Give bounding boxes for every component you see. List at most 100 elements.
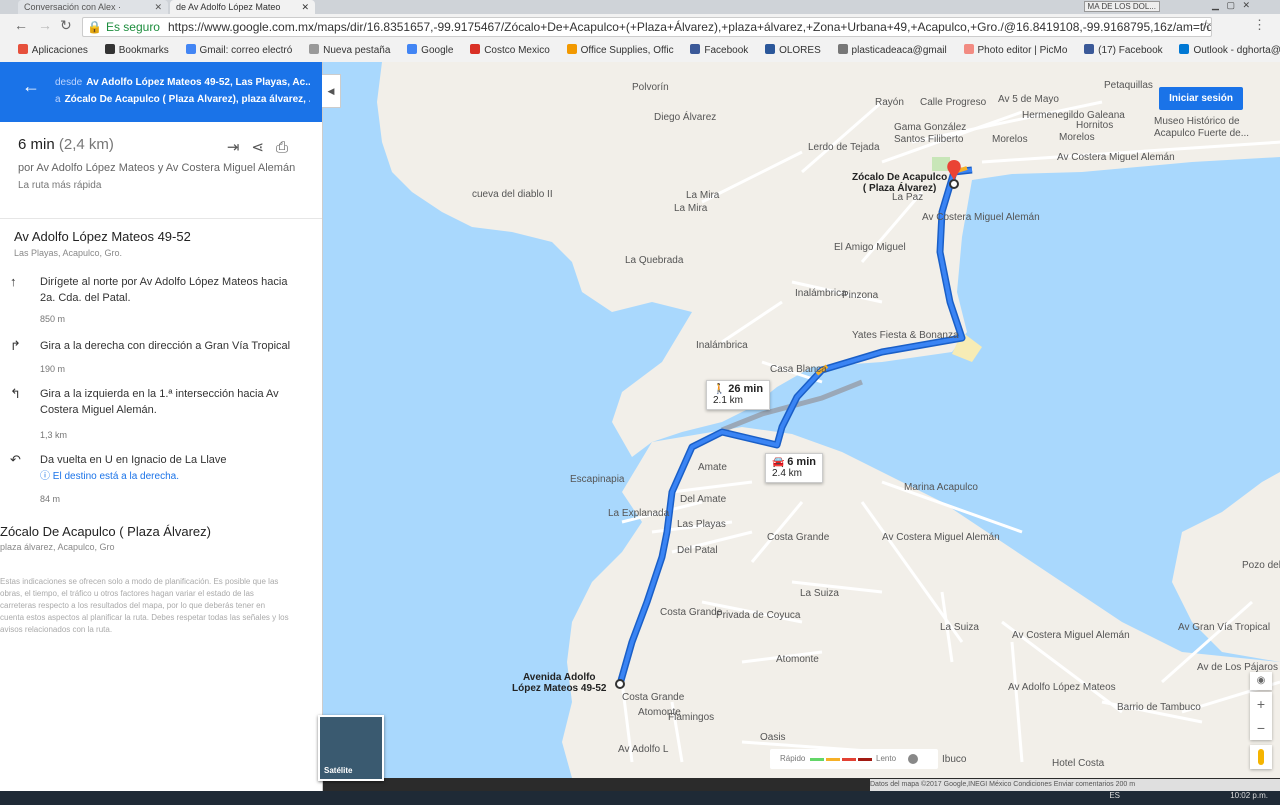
map-street-label: La Mira [674,203,708,214]
google-icon [407,44,418,54]
bookmark-item[interactable]: Nueva pestaña [302,40,397,62]
address-bar[interactable]: 🔒 Es seguro https://www.google.com.mx/maps… [82,17,1212,37]
back-arrow-icon[interactable]: ← [14,17,28,33]
map-street-label: El Amigo Miguel [834,242,906,253]
map-footer: Datos del mapa ©2017 Google,INEGI México… [870,779,1280,791]
bookmark-item[interactable]: Outlook - dghorta@ [1172,40,1280,62]
map-street-label: Amate [698,462,727,473]
tab-maps[interactable]: de Av Adolfo López Mateo ✕ [170,0,315,14]
bookmark-item[interactable]: Office Supplies, Offic [560,40,681,62]
tab-label: Conversación con Alex · [24,2,122,12]
bookmark-item[interactable]: Aplicaciones [11,40,95,62]
bookmark-item[interactable]: Google [400,40,460,62]
origin-title[interactable]: Av Adolfo López Mateos 49-52 [14,229,191,244]
map-street-label: Costa Grande [622,692,685,703]
back-arrow-icon[interactable]: ← [22,76,40,97]
clock: 10:02 p.m. [1230,791,1268,800]
traffic-toggle-icon[interactable] [908,754,918,764]
map-street-label: Casa Blanca [770,364,827,375]
walk-callout[interactable]: 🚶 26 min 2.1 km [706,380,771,410]
language-indicator[interactable]: ES [1109,791,1120,800]
bookmark-item[interactable]: Costco Mexico [463,40,557,62]
bookmark-item[interactable]: Photo editor | PicMo [957,40,1075,62]
outlook-icon [1179,44,1190,54]
origin-dot [615,679,625,689]
drive-dist: 2.4 km [772,468,803,479]
u-turn-icon: ↶ [10,452,21,467]
map-street-label: Calle Progreso [920,97,987,108]
drive-callout[interactable]: 🚘 6 min 2.4 km [765,453,823,483]
map-street-label: Del Patal [677,545,718,556]
user-badge[interactable]: MA DE LOS DOL... [1083,1,1160,12]
map-street-label: Las Playas [677,519,726,530]
tab-strip: Conversación con Alex · ✕ de Av Adolfo Ló… [0,0,1280,14]
direction-step[interactable]: ↑ Dirígete al norte por Av Adolfo López … [0,274,322,326]
forward-arrow-icon[interactable]: → [38,17,52,33]
send-to-device-icon[interactable]: ⇥ [227,139,252,156]
origin-label[interactable]: Avenida Adolfo López Mateos 49-52 [512,672,606,694]
bookmark-item[interactable]: Facebook [683,40,755,62]
origin-subtitle: Las Playas, Acapulco, Gro. [14,248,123,258]
from-line[interactable]: desde Av Adolfo López Mateos 49-52, Las P… [55,77,310,88]
zoom-controls: + − [1250,692,1272,740]
car-icon: 🚘 [772,457,785,468]
pegman-icon[interactable] [1250,745,1272,769]
reload-icon[interactable]: ↻ [60,17,72,34]
map-street-label: Inalámbrica [696,340,748,351]
close-icon[interactable]: ✕ [154,0,162,14]
map-street-label: Pozo del Rey [1242,560,1280,571]
print-icon[interactable]: ⎙ [276,139,300,156]
bookmark-item[interactable]: Gmail: correo electró [179,40,300,62]
direction-step[interactable]: ↶ Da vuelta en U en Ignacio de La Llave ⓘ… [0,452,322,504]
map-canvas[interactable]: Rayón Calle Progreso Av 5 de Mayo Petaquill… [322,62,1280,778]
signin-button[interactable]: Iniciar sesión [1159,87,1243,110]
map-street-label: Escapinapia [570,474,625,485]
walk-dist: 2.1 km [713,395,744,406]
traffic-fast-label: Rápido [780,754,806,763]
bookmark-star-icon[interactable]: ☆ [1200,17,1212,33]
bookmark-item[interactable]: Bookmarks [98,40,176,62]
bookmark-label: Nueva pestaña [323,45,391,56]
map-street-label: Yates Fiesta & Bonanza [852,330,959,341]
bookmark-item[interactable]: plasticadeaca@gmail [831,40,954,62]
step-hint: El destino está a la derecha. [52,471,179,482]
window-controls[interactable]: ▁ ▢ ✕ [1212,0,1250,11]
map-street-label: Costa Grande [660,607,723,618]
collapse-panel-button[interactable]: ◀ [322,74,341,108]
to-line[interactable]: a Zócalo De Acapulco ( Plaza Álvarez), pl… [55,94,310,105]
tab-whatsapp[interactable]: Conversación con Alex · ✕ [18,0,168,14]
office-icon [566,44,577,54]
map-street-label: Costa Grande [767,532,830,543]
destination-label[interactable]: Zócalo De Acapulco( Plaza Álvarez) [852,172,947,194]
disclaimer-text: Estas indicaciones se ofrecen solo a mod… [0,577,289,634]
direction-step[interactable]: ↰ Gira a la izquierda en la 1.ª intersec… [0,386,322,440]
turn-left-icon: ↰ [10,386,21,401]
map-street-label: Av Costera Miguel Alemán [922,212,1040,223]
traffic-swatch [810,758,824,761]
destination-label-line: ( Plaza Álvarez) [862,183,937,194]
route-summary[interactable]: 6 min (2,4 km) ⇥⋖⎙ por Av Adolfo López M… [0,122,322,219]
bookmark-item[interactable]: OLORES [758,40,828,62]
bookmark-item[interactable]: (17) Facebook [1077,40,1169,62]
map-street-label: Acapulco Fuerte de... [1154,128,1250,139]
step-text-main: Da vuelta en U en Ignacio de La Llave [40,454,227,466]
destination-title[interactable]: Zócalo De Acapulco ( Plaza Álvarez) [0,524,211,539]
bookmark-label: Costco Mexico [484,45,550,56]
map-street-label: Museo Histórico de [1154,116,1240,127]
menu-dots-icon[interactable]: ⋮ [1253,17,1266,33]
zoom-out-button[interactable]: − [1250,716,1272,740]
step-text: Gira a la izquierda en la 1.ª intersecci… [40,388,279,416]
map-street-label: Marina Acapulco [904,482,978,493]
zoom-in-button[interactable]: + [1250,692,1272,716]
land-peninsula [562,427,1280,778]
page-icon [309,44,320,54]
lock-icon: 🔒 [87,20,102,34]
step-distance: 850 m [40,314,66,324]
my-location-icon[interactable]: ◉ [1250,672,1272,690]
map-street-label: Inalámbrica [795,288,847,299]
route-via: por Av Adolfo López Mateos y Av Costera … [18,162,296,174]
share-icon[interactable]: ⋖ [251,139,276,156]
close-icon[interactable]: ✕ [301,0,309,14]
satellite-toggle[interactable]: Satélite [318,715,384,781]
direction-step[interactable]: ↱ Gira a la derecha con dirección a Gran… [0,338,322,378]
